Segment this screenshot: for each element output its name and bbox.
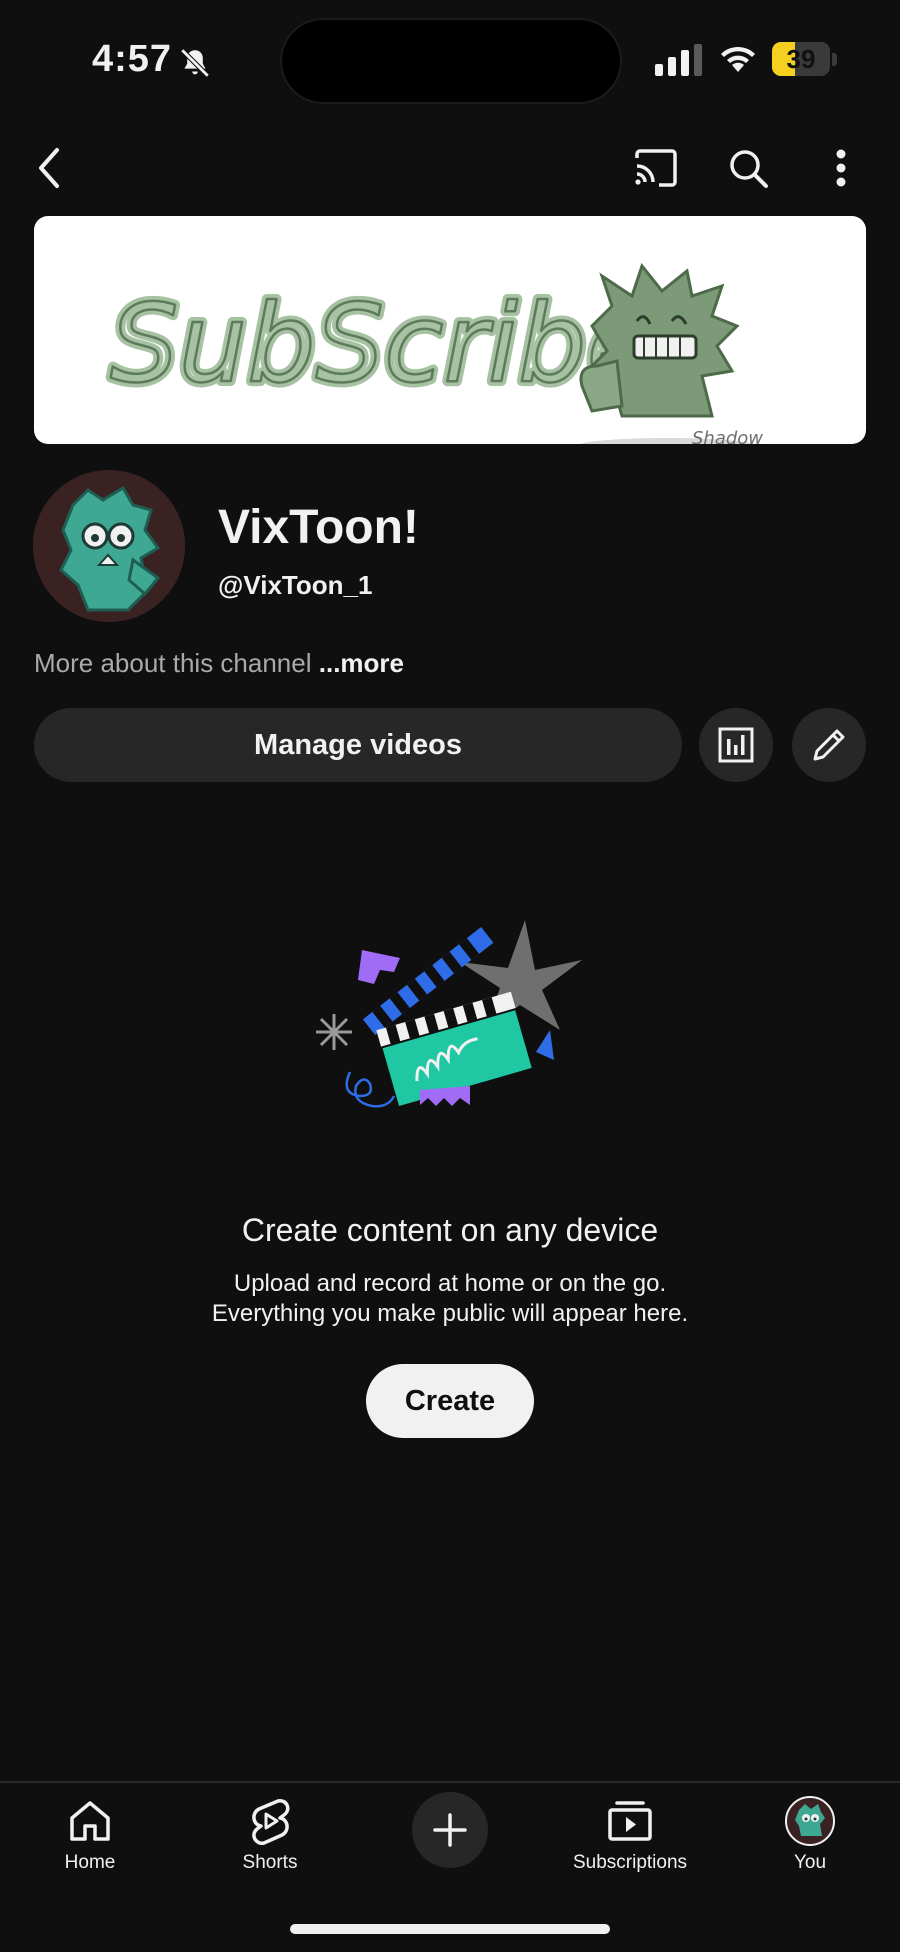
empty-state-line-1: Upload and record at home or on the go. — [233, 1270, 667, 1297]
analytics-button[interactable] — [699, 708, 773, 782]
about-text: More about this channel — [34, 648, 312, 678]
back-icon[interactable] — [22, 140, 78, 196]
nav-shorts[interactable]: Shorts — [180, 1790, 360, 1890]
channel-avatar[interactable] — [33, 470, 185, 622]
cast-icon[interactable] — [628, 140, 684, 196]
nav-subscriptions[interactable]: Subscriptions — [540, 1790, 720, 1890]
sparkle — [316, 1014, 352, 1050]
channel-about-link[interactable]: More about this channel ...more — [34, 648, 404, 679]
nav-create-button[interactable] — [412, 1792, 488, 1868]
nav-you-label: You — [793, 1852, 827, 1873]
nav-home-label: Home — [64, 1852, 116, 1873]
more-link[interactable]: ...more — [319, 648, 404, 678]
shorts-icon — [245, 1796, 295, 1846]
bell-slash-icon — [180, 48, 210, 78]
home-icon — [65, 1796, 115, 1846]
empty-state-line-2: Everything you make public will appear h… — [211, 1300, 689, 1327]
plus-icon — [433, 1813, 467, 1847]
create-illustration — [316, 920, 582, 1109]
nav-home[interactable]: Home — [0, 1790, 180, 1890]
channel-banner: SubScribe SubScribe Shadow — [34, 216, 866, 444]
more-vertical-icon[interactable] — [813, 140, 869, 196]
wifi-icon — [721, 46, 755, 72]
create-button[interactable]: Create — [366, 1364, 534, 1438]
battery-percent: 39 — [786, 44, 816, 74]
empty-state-title: Create content on any device — [241, 1212, 659, 1248]
search-icon[interactable] — [720, 140, 776, 196]
manage-videos-button[interactable]: Manage videos — [34, 708, 682, 782]
analytics-icon — [718, 727, 754, 763]
battery-icon: 39 — [772, 42, 838, 78]
home-indicator[interactable] — [290, 1924, 610, 1934]
nav-subscriptions-label: Subscriptions — [572, 1852, 688, 1873]
edit-pencil-icon — [813, 729, 845, 761]
nav-shorts-label: Shorts — [242, 1852, 298, 1873]
banner-subscribe-outline: SubScribe — [110, 282, 653, 407]
subscriptions-icon — [605, 1796, 655, 1846]
avatar — [785, 1796, 835, 1846]
channel-handle: @VixToon_1 — [218, 570, 373, 600]
nav-divider — [0, 1781, 900, 1783]
status-time: 4:57 — [92, 38, 173, 80]
banner-signature: Shadow — [692, 428, 763, 444]
nav-you[interactable]: You — [720, 1790, 900, 1890]
edit-channel-button[interactable] — [792, 708, 866, 782]
channel-name: VixToon! — [218, 501, 419, 554]
dynamic-island — [282, 20, 620, 102]
cellular-signal-icon — [655, 44, 702, 76]
